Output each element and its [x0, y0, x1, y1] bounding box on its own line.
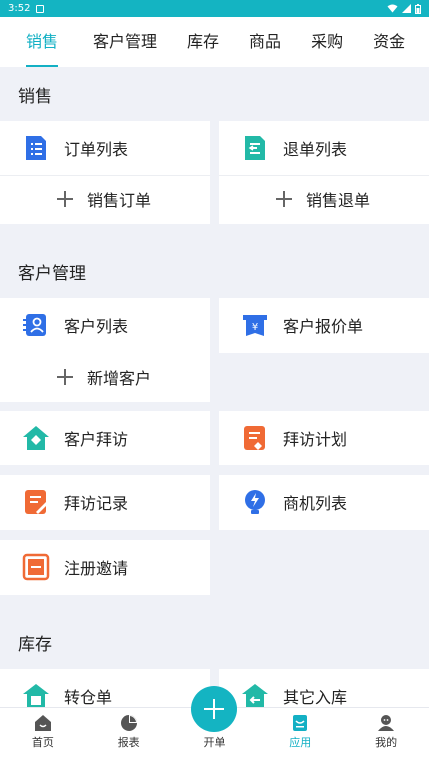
visit-house-icon	[23, 426, 49, 450]
tab-customer-management[interactable]: 客户管理	[78, 17, 172, 67]
signal-icon	[402, 4, 411, 13]
visit-plan-label: 拜访计划	[283, 430, 348, 449]
transfer-item[interactable]: 转仓单	[22, 682, 112, 707]
add-customer-button[interactable]: 新增客户	[57, 365, 151, 389]
nav-home-label: 首页	[31, 736, 54, 749]
sales-return-add-button[interactable]: 销售退单	[276, 187, 370, 211]
visit-record-item[interactable]: 拜访记录	[22, 488, 128, 516]
customer-visit-label: 客户拜访	[64, 430, 129, 449]
plus-icon	[57, 191, 73, 207]
register-invite-label: 注册邀请	[64, 559, 129, 578]
profile-icon	[378, 715, 395, 731]
bottom-navigation: 首页 报表 开单 应用 我的	[0, 686, 429, 764]
divider	[219, 175, 429, 176]
tab-funds[interactable]: 资金	[358, 17, 420, 67]
nav-report[interactable]: 报表	[86, 708, 172, 764]
return-list-item[interactable]: 退单列表	[241, 134, 347, 162]
return-list-icon	[245, 136, 265, 160]
other-in-label: 其它入库	[283, 688, 348, 707]
sales-order-add-button[interactable]: 销售订单	[57, 187, 151, 211]
visit-plan-card: 拜访计划	[219, 411, 429, 465]
tab-purchasing[interactable]: 采购	[296, 17, 358, 67]
create-order-fab[interactable]	[191, 686, 238, 732]
order-list-card: 订单列表 销售订单	[0, 121, 210, 224]
wifi-icon	[387, 4, 398, 13]
category-tab-bar: 销售 客户管理 库存 商品 采购 资金	[0, 17, 429, 67]
plus-icon	[204, 699, 225, 719]
battery-icon	[415, 3, 421, 14]
return-list-label: 退单列表	[283, 140, 348, 159]
add-customer-label: 新增客户	[87, 369, 152, 388]
svg-text:¥: ¥	[252, 322, 258, 333]
visit-record-card: 拜访记录	[0, 475, 210, 530]
customer-list-card: 客户列表 新增客户	[0, 298, 210, 402]
status-time: 3:52	[8, 3, 31, 14]
visit-record-label: 拜访记录	[64, 494, 129, 513]
nav-profile-label: 我的	[375, 736, 398, 749]
opportunity-list-label: 商机列表	[283, 494, 348, 513]
quote-list-label: 客户报价单	[283, 317, 364, 336]
nav-create-order-label: 开单	[203, 736, 226, 749]
quote-list-card: ¥ 客户报价单	[219, 298, 429, 353]
opportunity-list-card: 商机列表	[219, 475, 429, 530]
lightbulb-icon	[245, 490, 265, 514]
other-in-item[interactable]: 其它入库	[241, 682, 347, 707]
status-bar: 3:52	[0, 0, 429, 17]
section-title-inventory: 库存	[18, 635, 52, 655]
stock-in-icon	[242, 684, 268, 707]
order-list-icon	[26, 136, 46, 160]
section-title-customer: 客户管理	[18, 264, 86, 284]
sales-return-label: 销售退单	[306, 191, 371, 210]
customer-list-label: 客户列表	[64, 317, 129, 336]
order-list-label: 订单列表	[64, 140, 129, 159]
quote-list-item[interactable]: ¥ 客户报价单	[241, 311, 363, 339]
visit-record-icon	[25, 490, 48, 514]
register-invite-item[interactable]: 注册邀请	[22, 553, 128, 581]
notification-icon	[36, 4, 45, 13]
visit-plan-item[interactable]: 拜访计划	[241, 424, 347, 452]
customer-list-item[interactable]: 客户列表	[22, 311, 128, 339]
divider	[0, 175, 210, 176]
plus-icon	[276, 191, 292, 207]
customer-list-icon	[23, 314, 46, 336]
report-icon	[120, 715, 137, 731]
warehouse-icon	[23, 684, 49, 707]
quote-icon: ¥	[243, 315, 267, 336]
tab-sales[interactable]: 销售	[0, 17, 78, 67]
register-invite-card: 注册邀请	[0, 540, 210, 595]
plus-icon	[57, 369, 73, 385]
nav-apps-label: 应用	[289, 736, 312, 749]
return-list-card: 退单列表 销售退单	[219, 121, 429, 224]
nav-profile[interactable]: 我的	[343, 708, 429, 764]
nav-home[interactable]: 首页	[0, 708, 86, 764]
section-title-sales: 销售	[18, 87, 52, 107]
nav-report-label: 报表	[117, 736, 140, 749]
home-icon	[34, 715, 51, 731]
apps-content: 销售 订单列表 销售订单 退单列表 销售退单 客户管理 客户列表 新增客户 ¥ …	[0, 67, 429, 707]
customer-visit-card: 客户拜访	[0, 411, 210, 465]
opportunity-list-item[interactable]: 商机列表	[241, 488, 347, 516]
transfer-label: 转仓单	[64, 688, 113, 707]
nav-apps[interactable]: 应用	[257, 708, 343, 764]
order-list-item[interactable]: 订单列表	[22, 134, 128, 162]
visit-plan-icon	[244, 426, 265, 450]
sales-order-label: 销售订单	[87, 191, 152, 210]
nav-create-order[interactable]: 开单	[172, 686, 258, 764]
invite-icon	[22, 553, 50, 581]
transfer-card: 转仓单	[0, 669, 210, 707]
tab-products[interactable]: 商品	[234, 17, 296, 67]
tab-inventory[interactable]: 库存	[172, 17, 234, 67]
customer-visit-item[interactable]: 客户拜访	[22, 424, 128, 452]
apps-icon	[293, 715, 308, 731]
other-in-card: 其它入库	[219, 669, 429, 707]
